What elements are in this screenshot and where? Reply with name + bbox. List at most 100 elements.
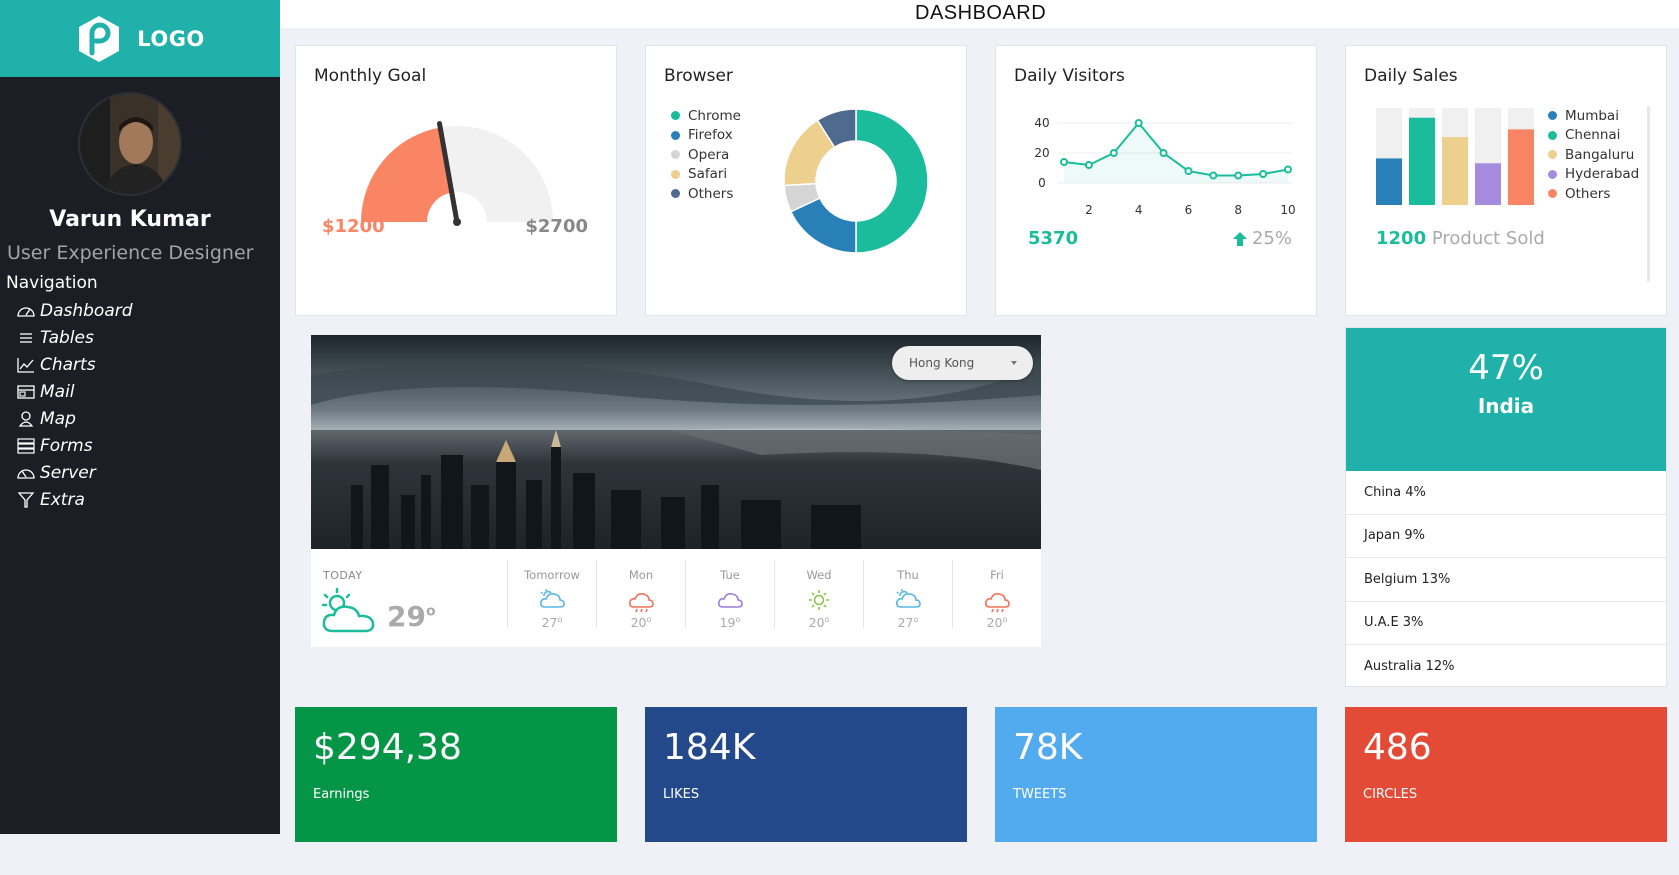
x-tick-label: 8 bbox=[1234, 203, 1242, 216]
card-title: Browser bbox=[664, 66, 733, 86]
data-point bbox=[1134, 119, 1143, 127]
tweets-tile[interactable]: 78K TWEETS bbox=[995, 707, 1317, 842]
legend-item: Others bbox=[671, 184, 741, 204]
goal-current-value: $1200 bbox=[322, 216, 385, 237]
data-point bbox=[1284, 165, 1292, 174]
list-icon bbox=[20, 332, 32, 343]
nav-item-forms[interactable]: Forms bbox=[16, 432, 133, 459]
list-item[interactable]: Japan 9% bbox=[1346, 515, 1666, 558]
y-tick-label: 20 bbox=[1034, 146, 1049, 160]
mail-icon bbox=[17, 384, 35, 399]
forecast-day: Wed 20o bbox=[774, 560, 863, 630]
nav-item-label: Forms bbox=[40, 435, 93, 456]
nav-item-map[interactable]: Map bbox=[16, 405, 133, 432]
bar-mumbai bbox=[1376, 158, 1402, 205]
forecast-day-name: Wed bbox=[806, 568, 832, 582]
cloud-sun-icon bbox=[321, 587, 375, 633]
city-select[interactable]: Hong Kong bbox=[892, 346, 1033, 380]
cloud-sun-icon bbox=[540, 589, 565, 608]
map-pin-icon bbox=[18, 410, 34, 427]
card-title: Daily Visitors bbox=[1014, 66, 1125, 86]
page-title: DASHBOARD bbox=[915, 2, 1047, 24]
legend-label: Chrome bbox=[688, 107, 741, 124]
legend-dot bbox=[671, 189, 680, 199]
data-point bbox=[1159, 149, 1168, 157]
nav-item-label: Mail bbox=[40, 381, 75, 402]
funnel-icon bbox=[17, 491, 35, 508]
legend-item: Hyderabad bbox=[1548, 165, 1639, 185]
y-tick-label: 40 bbox=[1034, 116, 1049, 130]
nav-item-tables[interactable]: Tables bbox=[16, 324, 133, 351]
nav-heading: Navigation bbox=[6, 273, 98, 293]
top-country-panel: 47% India bbox=[1346, 328, 1666, 471]
avatar[interactable] bbox=[78, 92, 182, 196]
visitors-change: 25% bbox=[1231, 228, 1292, 249]
nav-menu: Dashboard Tables Charts Mail Map Forms S… bbox=[16, 297, 133, 513]
list-item[interactable]: Belgium 13% bbox=[1346, 558, 1666, 602]
legend-label: Others bbox=[688, 185, 734, 202]
legend-label: Chennai bbox=[1565, 127, 1621, 144]
legend-dot bbox=[1548, 150, 1557, 160]
data-point bbox=[1259, 170, 1268, 178]
forecast-day-name: Tomorrow bbox=[524, 568, 580, 582]
city-photo: Hong Kong bbox=[311, 335, 1041, 549]
legend-item: Safari bbox=[671, 165, 741, 185]
nav-item-label: Extra bbox=[40, 489, 85, 510]
forecast-day: Fri 20o bbox=[952, 560, 1041, 630]
list-item[interactable]: U.A.E 3% bbox=[1346, 602, 1666, 645]
forecast-day: Tomorrow 27o bbox=[507, 560, 596, 630]
nav-item-charts[interactable]: Charts bbox=[16, 351, 133, 378]
legend-item: Bangaluru bbox=[1548, 145, 1639, 165]
city-select-value: Hong Kong bbox=[909, 356, 975, 370]
data-point bbox=[1109, 149, 1118, 157]
legend-item: Others bbox=[1548, 184, 1639, 204]
today-label: TODAY bbox=[323, 569, 363, 582]
logo[interactable]: LOGO bbox=[0, 0, 280, 77]
x-tick-label: 4 bbox=[1135, 203, 1143, 216]
browser-card: Browser Chrome Firefox Opera Safari Others bbox=[645, 45, 967, 316]
bar-chennai bbox=[1409, 117, 1435, 205]
legend-item: Opera bbox=[671, 145, 741, 165]
list-item[interactable]: China 4% bbox=[1346, 471, 1666, 515]
visitors-total: 5370 bbox=[1028, 228, 1079, 249]
circles-tile[interactable]: 486 CIRCLES bbox=[1345, 707, 1667, 842]
nav-item-server[interactable]: Server bbox=[16, 459, 133, 486]
nav-item-label: Dashboard bbox=[40, 300, 133, 321]
nav-item-mail[interactable]: Mail bbox=[16, 378, 133, 405]
scrollbar[interactable] bbox=[1647, 106, 1650, 282]
tile-value: $294,38 bbox=[313, 727, 462, 768]
forecast-temp: 20o bbox=[630, 615, 652, 631]
y-tick-label: 0 bbox=[1038, 176, 1046, 190]
nav-item-dashboard[interactable]: Dashboard bbox=[16, 297, 133, 324]
legend-dot bbox=[671, 111, 680, 121]
forecast-day-name: Thu bbox=[897, 568, 919, 582]
user-role: User Experience Designer bbox=[7, 242, 254, 264]
forecast-day-name: Mon bbox=[628, 568, 654, 582]
sales-legend: Mumbai Chennai Bangaluru Hyderabad Others bbox=[1548, 106, 1639, 204]
gauge-needle-pivot bbox=[453, 218, 461, 226]
sales-count-label: Product Sold bbox=[1431, 228, 1545, 249]
x-tick-label: 10 bbox=[1280, 203, 1295, 216]
legend-label: Hyderabad bbox=[1565, 166, 1640, 183]
tile-value: 184K bbox=[663, 727, 756, 768]
tile-label: LIKES bbox=[663, 787, 700, 802]
list-item[interactable]: Australia 12% bbox=[1346, 645, 1666, 689]
data-point bbox=[1084, 161, 1093, 169]
chevron-down-icon bbox=[1011, 361, 1017, 365]
top-country-name: India bbox=[1477, 394, 1535, 418]
country-card: 47% India China 4% Japan 9% Belgium 13% … bbox=[1345, 327, 1667, 687]
tile-label: TWEETS bbox=[1013, 787, 1067, 802]
data-point bbox=[1060, 158, 1068, 166]
tile-value: 78K bbox=[1013, 727, 1083, 768]
sales-count: 1200 bbox=[1376, 228, 1427, 249]
server-icon bbox=[17, 468, 35, 479]
legend-dot bbox=[671, 150, 680, 160]
sales-bar-chart bbox=[1376, 108, 1534, 205]
gauge-fill bbox=[361, 127, 452, 222]
nav-item-extra[interactable]: Extra bbox=[16, 486, 133, 513]
earnings-tile[interactable]: $294,38 Earnings bbox=[295, 707, 617, 842]
top-country-percent: 47% bbox=[1468, 348, 1544, 388]
likes-tile[interactable]: 184K LIKES bbox=[645, 707, 967, 842]
legend-label: Safari bbox=[688, 166, 728, 183]
gauge-track bbox=[440, 126, 553, 222]
